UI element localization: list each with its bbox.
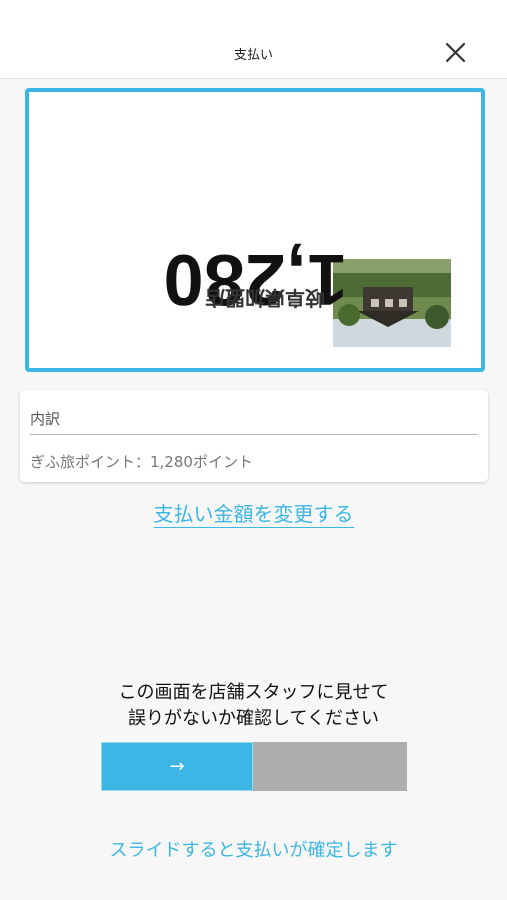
instruction-text: この画面を店舗スタッフに見せて 誤りがないか確認してください xyxy=(0,680,507,732)
store-name: 岐阜県加盟店 xyxy=(205,286,325,310)
change-amount-link[interactable]: 支払い金額を変更する xyxy=(0,498,507,528)
payment-amount-card: 1,280 岐阜県加盟店 xyxy=(25,88,485,372)
instruction-line-2: 誤りがないか確認してください xyxy=(128,708,379,729)
close-button[interactable] xyxy=(438,35,472,69)
instruction-line-1: この画面を店舗スタッフに見せて xyxy=(118,682,389,703)
page-title: 支払い xyxy=(233,48,273,63)
slide-hint-text: スライドすると支払いが確定します xyxy=(109,840,398,861)
arrow-right-icon: → xyxy=(169,756,185,777)
close-icon xyxy=(445,42,466,63)
breakdown-title: 内訳 xyxy=(30,410,61,428)
slider-handle[interactable]: → xyxy=(101,742,253,791)
breakdown-item-points: ぎふ旅ポイント：1,280ポイント xyxy=(30,453,253,471)
rotated-display: 1,280 岐阜県加盟店 xyxy=(29,92,481,368)
breakdown-card: 内訳 ぎふ旅ポイント：1,280ポイント xyxy=(20,390,488,482)
app-header: 支払い xyxy=(0,0,507,79)
change-amount-link-label[interactable]: 支払い金額を変更する xyxy=(153,502,354,528)
breakdown-divider xyxy=(30,434,478,435)
confirm-slider[interactable]: → xyxy=(101,742,407,791)
